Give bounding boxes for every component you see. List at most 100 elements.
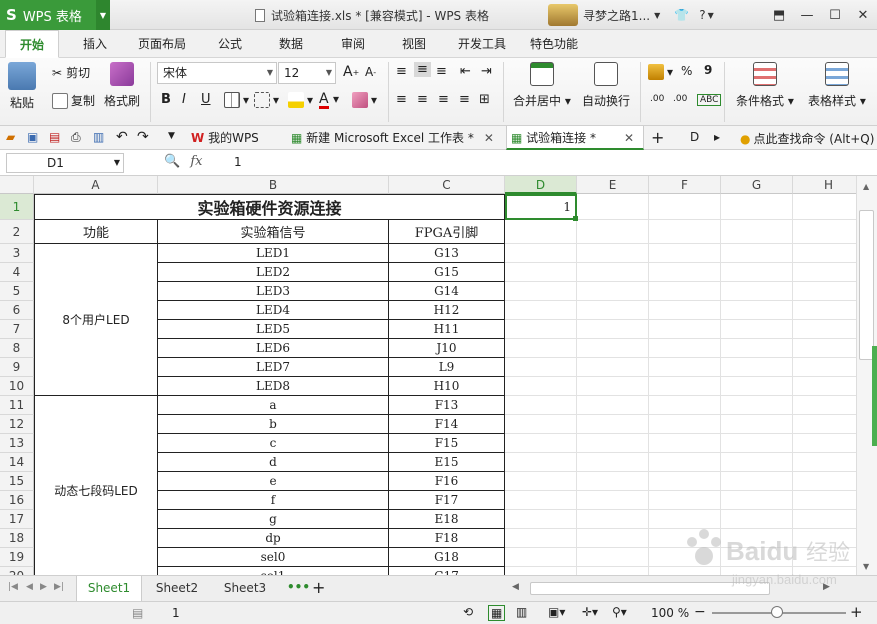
align-middle-icon[interactable]: ≡ xyxy=(414,62,431,77)
add-sheet-icon[interactable]: + xyxy=(312,578,325,597)
underline-button[interactable]: U xyxy=(201,92,211,107)
grid-cell[interactable] xyxy=(649,529,721,548)
grid-cell[interactable] xyxy=(649,510,721,529)
grid-cell[interactable] xyxy=(793,529,856,548)
shrink-font-button[interactable]: A- xyxy=(365,65,376,79)
row-header[interactable]: 10 xyxy=(0,377,34,396)
grid-cell[interactable] xyxy=(649,358,721,377)
grid-cell[interactable] xyxy=(577,548,649,567)
grid-cell[interactable] xyxy=(649,396,721,415)
minimize-button[interactable]: — xyxy=(793,8,821,23)
grid-cell[interactable] xyxy=(721,415,793,434)
table-row[interactable]: F17 xyxy=(389,491,505,510)
row-header[interactable]: 11 xyxy=(0,396,34,415)
tab-home[interactable]: 开始 xyxy=(5,30,60,58)
table-row[interactable]: F18 xyxy=(389,529,505,548)
table-row[interactable]: a xyxy=(158,396,389,415)
table-row[interactable]: H11 xyxy=(389,320,505,339)
column-header[interactable]: F xyxy=(649,176,721,194)
grid-cell[interactable] xyxy=(577,263,649,282)
column-header[interactable]: H xyxy=(793,176,856,194)
chevron-down-icon[interactable]: ▾ xyxy=(333,92,339,106)
font-color-button[interactable]: A xyxy=(319,91,329,109)
align-top-icon[interactable]: ≡ xyxy=(396,64,407,79)
doc-tab-new-workbook[interactable]: ▦ 新建 Microsoft Excel 工作表 * ✕ xyxy=(287,126,503,150)
grid-cell[interactable] xyxy=(505,529,577,548)
redo-icon[interactable]: ↷ xyxy=(137,129,149,145)
number-format-button[interactable]: ▾ xyxy=(648,64,673,80)
cell-style-button[interactable]: ▾ xyxy=(254,92,279,108)
grid-cell[interactable] xyxy=(649,377,721,396)
scroll-left-icon[interactable]: ◀ xyxy=(512,582,519,592)
row-header[interactable]: 6 xyxy=(0,301,34,320)
more-sheets-icon[interactable]: ••• xyxy=(287,580,310,594)
grid-cell[interactable] xyxy=(649,263,721,282)
grid-cell[interactable] xyxy=(577,194,649,220)
tab-developer[interactable]: 开发工具 xyxy=(458,30,506,58)
tab-data[interactable]: 数据 xyxy=(279,30,303,58)
zoom-level[interactable]: 100 % xyxy=(651,606,689,620)
table-row[interactable]: LED2 xyxy=(158,263,389,282)
row-header[interactable]: 9 xyxy=(0,358,34,377)
table-row[interactable]: L9 xyxy=(389,358,505,377)
row-header[interactable]: 12 xyxy=(0,415,34,434)
grid-cell[interactable] xyxy=(793,453,856,472)
scroll-down-icon[interactable]: ▼ xyxy=(863,562,869,571)
zoom-in-icon[interactable]: + xyxy=(850,603,863,621)
grid-cell[interactable] xyxy=(505,282,577,301)
help-icon[interactable]: ? xyxy=(699,8,705,22)
chevron-down-icon[interactable]: ▼ xyxy=(168,131,175,141)
function-group-cell[interactable]: 8个用户LED xyxy=(34,244,158,396)
sheet-tab-sheet1[interactable]: Sheet1 xyxy=(76,576,142,601)
grid-cell[interactable] xyxy=(505,263,577,282)
grid-cell[interactable] xyxy=(793,358,856,377)
distribute-icon[interactable]: ⊞ xyxy=(479,92,490,107)
close-icon[interactable]: ✕ xyxy=(484,131,494,145)
grid-cell[interactable] xyxy=(721,339,793,358)
grid-cell[interactable] xyxy=(505,510,577,529)
grid-cell[interactable] xyxy=(577,491,649,510)
column-header[interactable]: B xyxy=(158,176,389,194)
selected-cell-d1[interactable]: 1 xyxy=(505,194,577,220)
select-all-corner[interactable] xyxy=(0,176,34,194)
grid-cell[interactable] xyxy=(793,263,856,282)
table-row[interactable]: e xyxy=(158,472,389,491)
table-row[interactable]: LED5 xyxy=(158,320,389,339)
table-row[interactable]: G15 xyxy=(389,263,505,282)
table-row[interactable]: sel1 xyxy=(158,567,389,575)
tab-insert[interactable]: 插入 xyxy=(83,30,107,58)
command-search[interactable]: ● 点此查找命令 (Alt+Q) xyxy=(740,130,874,147)
copy-button[interactable]: 复制 xyxy=(52,92,95,109)
row-header[interactable]: 4 xyxy=(0,263,34,282)
row-header[interactable]: 14 xyxy=(0,453,34,472)
tab-formulas[interactable]: 公式 xyxy=(218,30,242,58)
side-panel-toggle[interactable] xyxy=(872,346,877,446)
row-header[interactable]: 16 xyxy=(0,491,34,510)
shirt-icon[interactable]: 👕 xyxy=(674,8,689,22)
grid-cell[interactable] xyxy=(721,377,793,396)
grid-cell[interactable] xyxy=(505,567,577,575)
grid-cell[interactable] xyxy=(793,567,856,575)
grid-cell[interactable] xyxy=(577,472,649,491)
table-row[interactable]: E18 xyxy=(389,510,505,529)
table-row[interactable]: F16 xyxy=(389,472,505,491)
decrease-decimal-icon[interactable]: .00 xyxy=(673,94,687,104)
grid-cell[interactable] xyxy=(793,194,856,220)
user-account[interactable]: 寻梦之路1... ▼ 👕 ? ▼ xyxy=(548,4,714,26)
table-style-button[interactable]: 表格样式 ▾ xyxy=(808,62,866,109)
tab-view[interactable]: 视图 xyxy=(402,30,426,58)
chevron-down-icon[interactable]: ▼ xyxy=(708,11,714,20)
grid-cell[interactable] xyxy=(721,320,793,339)
maximize-button[interactable]: ☐ xyxy=(821,8,849,23)
grid-cell[interactable] xyxy=(649,453,721,472)
grid-cell[interactable] xyxy=(721,491,793,510)
grid-cell[interactable] xyxy=(649,491,721,510)
grid-cell[interactable] xyxy=(505,548,577,567)
grid-cell[interactable] xyxy=(793,548,856,567)
row-header[interactable]: 3 xyxy=(0,244,34,263)
name-box[interactable]: D1 ▼ xyxy=(6,153,124,173)
grid-cell[interactable] xyxy=(505,244,577,263)
first-sheet-icon[interactable]: |◀ xyxy=(8,582,18,592)
close-icon[interactable]: ✕ xyxy=(624,131,634,145)
table-header-cell[interactable]: 实验箱信号 xyxy=(158,220,389,244)
